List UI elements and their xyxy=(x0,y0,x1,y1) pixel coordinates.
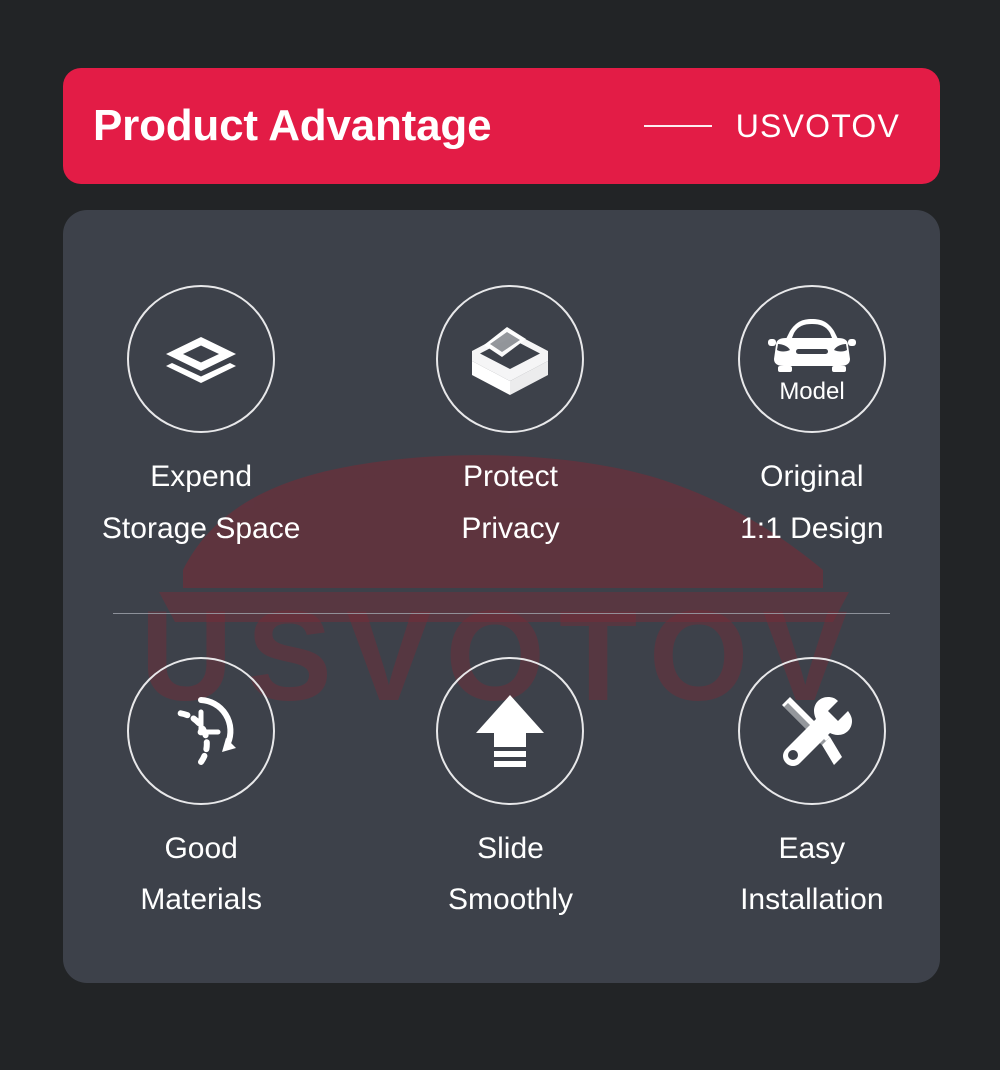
feature-label: Protect Privacy xyxy=(461,460,560,545)
feature-label: Expend Storage Space xyxy=(101,460,301,545)
feature-label: Easy Installation xyxy=(740,831,884,917)
feature-label: Good Materials xyxy=(140,831,263,917)
feature-label: Original 1:1 Design xyxy=(740,460,884,545)
feature-protect-privacy: Protect Privacy xyxy=(364,285,656,554)
feature-label: Slide Smoothly xyxy=(447,831,574,917)
slide-up-arrow-icon xyxy=(436,656,585,805)
feature-original-design: Model Original 1:1 Design xyxy=(666,285,940,554)
banner-brand-group: USVOTOV xyxy=(643,107,900,145)
features-card: USVOTOV Expend Storage Space Protect Pri… xyxy=(63,210,940,983)
sliding-box-tray-icon xyxy=(436,285,585,434)
feature-easy-installation: Easy Installation xyxy=(666,656,940,926)
car-model-icon: Model xyxy=(737,285,886,434)
page-title: Product Advantage xyxy=(93,101,492,150)
product-advantage-banner: Product Advantage USVOTOV xyxy=(63,68,940,184)
feature-row-top: Expend Storage Space Protect Privacy Mod… xyxy=(63,210,940,606)
brand-name: USVOTOV xyxy=(735,107,900,144)
features-grid: Expend Storage Space Protect Privacy Mod… xyxy=(63,210,940,983)
wrench-screwdriver-icon xyxy=(737,656,886,805)
feature-expend-storage-space: Expend Storage Space xyxy=(63,285,347,554)
layers-stack-icon xyxy=(127,285,276,434)
car-model-caption: Model xyxy=(779,378,844,405)
clock-durability-icon xyxy=(127,656,276,805)
feature-slide-smoothly: Slide Smoothly xyxy=(364,656,656,926)
feature-good-materials: Good Materials xyxy=(63,656,347,926)
row-divider xyxy=(113,613,890,614)
feature-row-bottom: Good Materials Slide Smoothly Easy Insta… xyxy=(63,606,940,984)
horizontal-dash-icon xyxy=(643,125,712,127)
